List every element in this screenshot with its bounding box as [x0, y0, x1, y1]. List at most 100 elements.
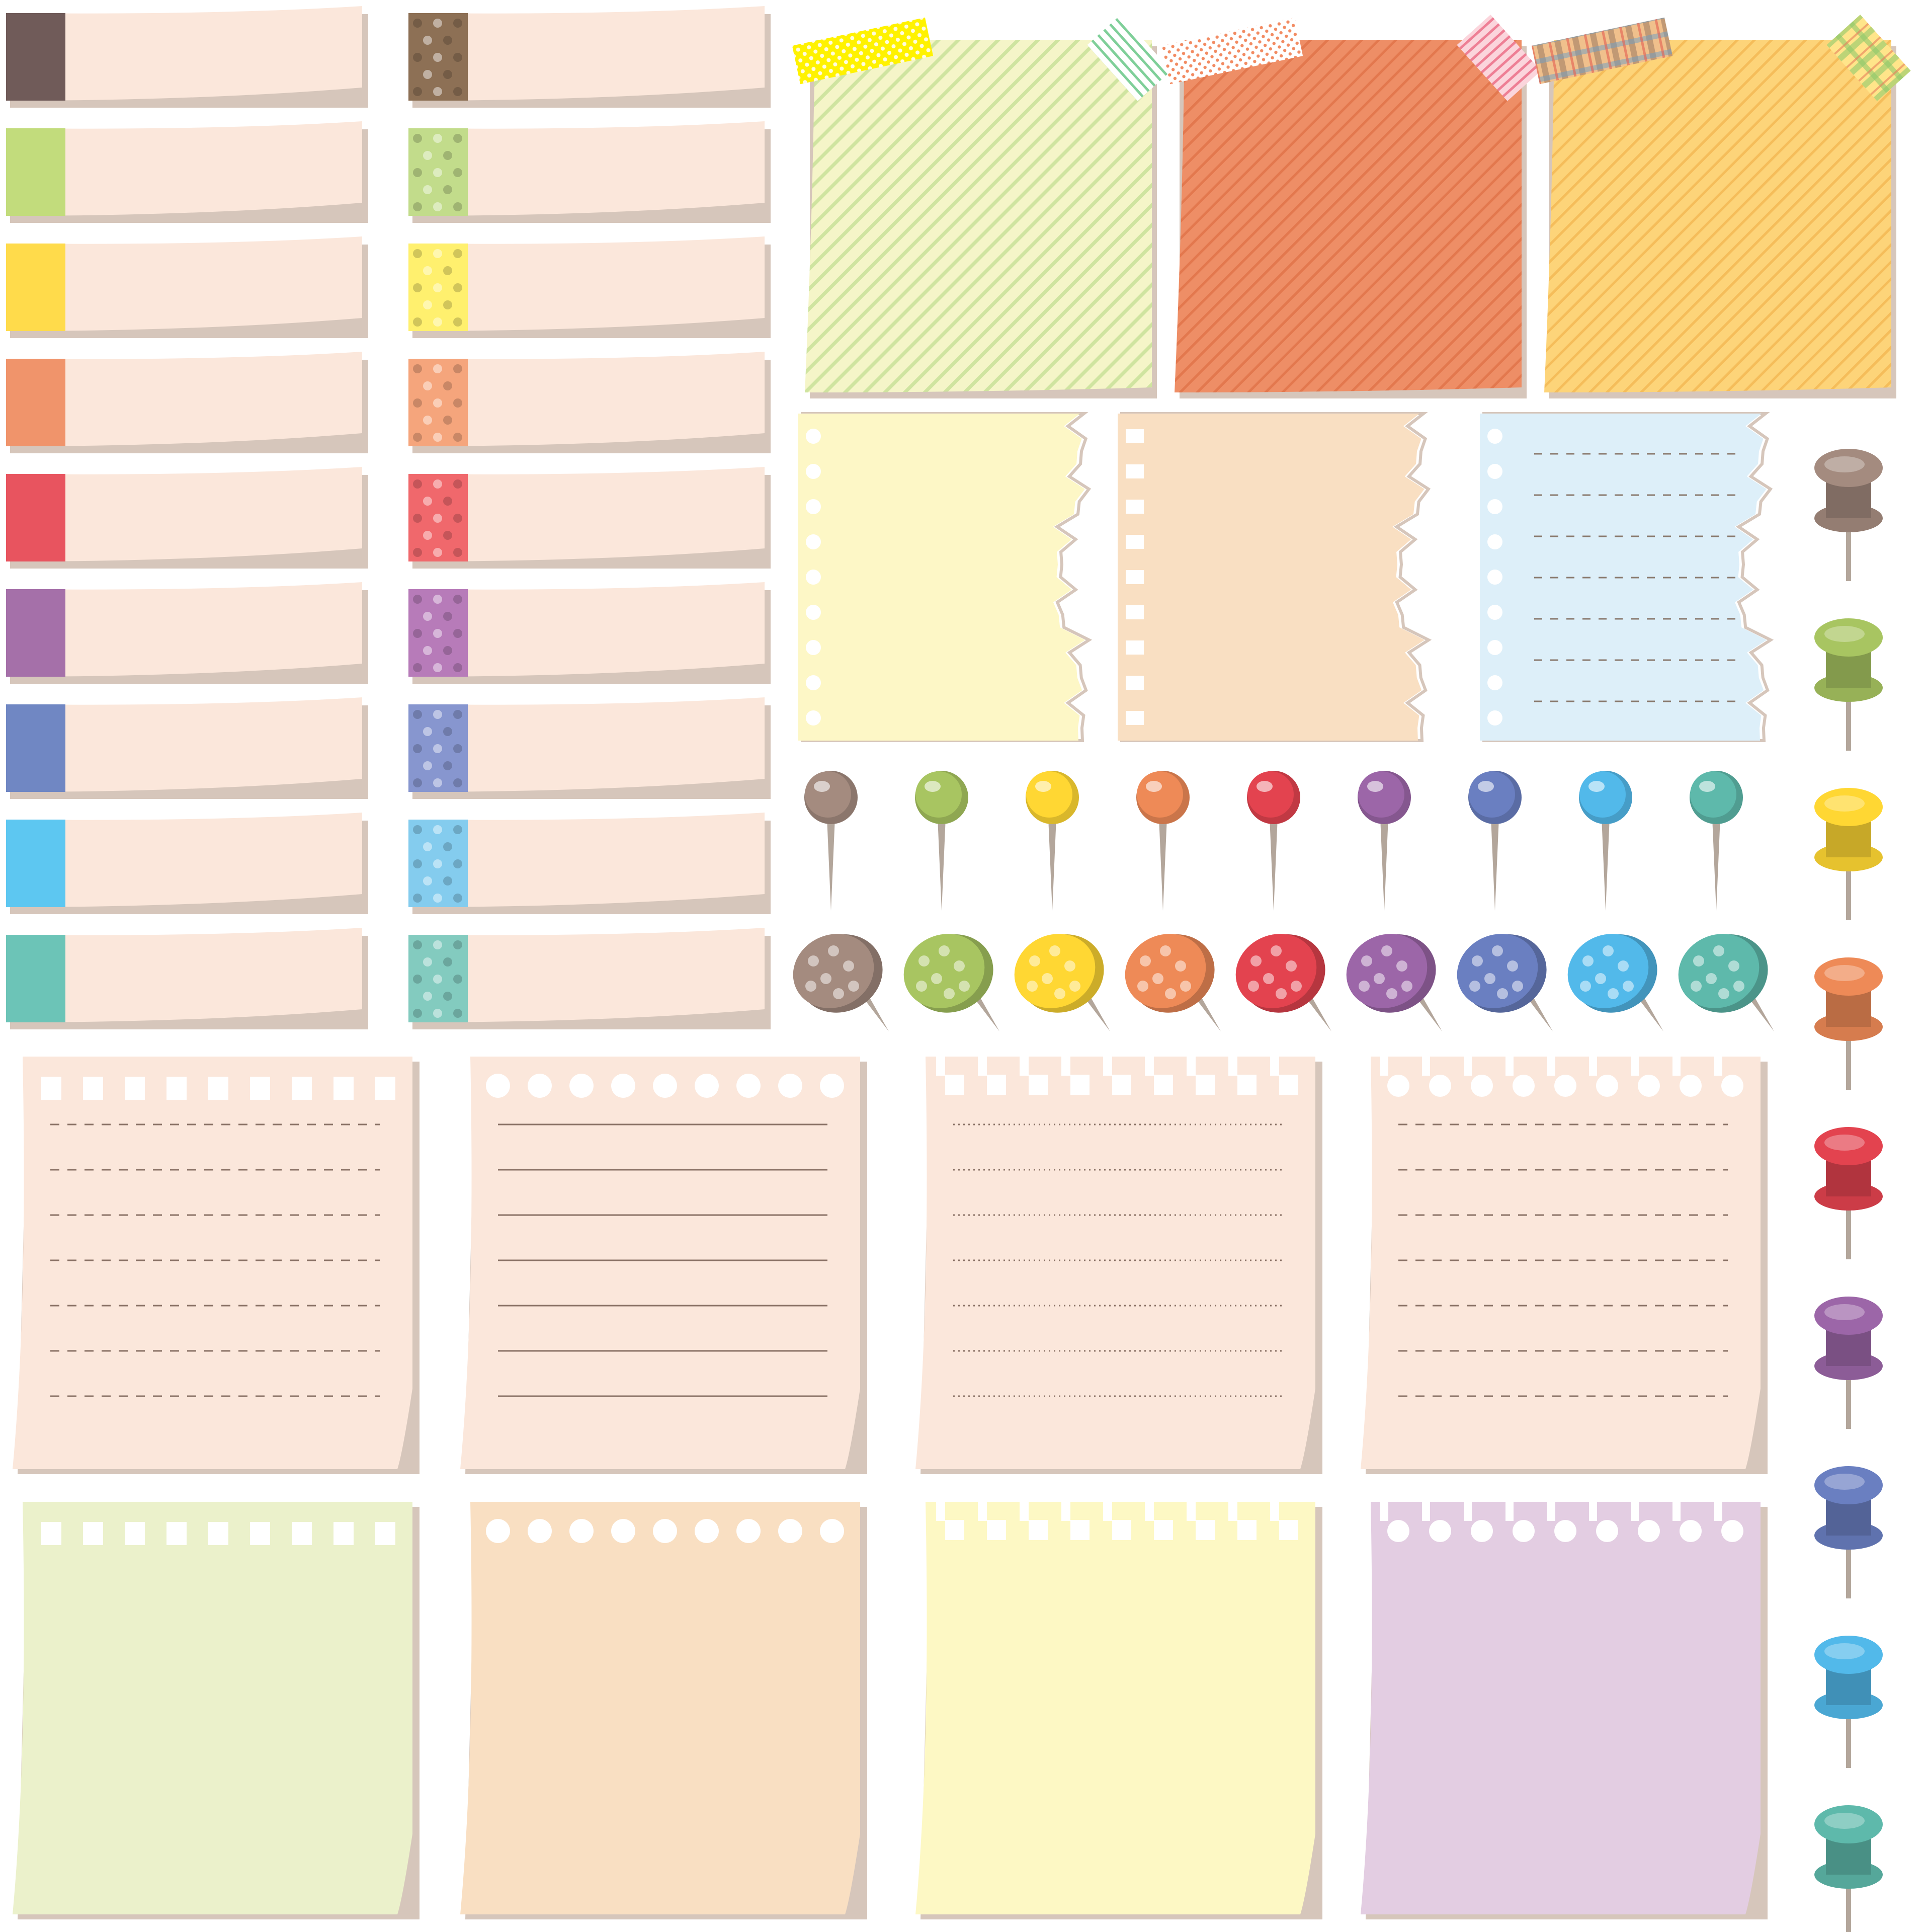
pin-head-face	[1026, 771, 1072, 818]
push-pin	[1814, 1466, 1883, 1598]
tab-color-strip	[6, 128, 65, 216]
tab-dot	[433, 364, 442, 373]
tab-dot	[413, 364, 422, 373]
pin-highlight	[1699, 781, 1715, 792]
memo-hole	[945, 1075, 964, 1095]
memo-hole	[1029, 1075, 1048, 1095]
memo-hole	[1237, 1075, 1257, 1095]
tack-dot	[843, 960, 854, 972]
tack-dot	[820, 973, 831, 984]
tack-dot	[1492, 945, 1503, 956]
tack-dot	[1693, 955, 1704, 967]
torn-notebook-sheet	[798, 412, 1093, 742]
round-map-pin	[1358, 771, 1411, 911]
pin-highlight	[1257, 781, 1273, 792]
tab-dot	[413, 975, 422, 984]
memo-tab-gap	[1505, 1501, 1514, 1521]
dotted-index-tab	[408, 6, 771, 108]
tab-dot	[413, 134, 422, 143]
memo-hole	[41, 1077, 61, 1100]
tab-dot	[423, 151, 432, 160]
tack-dot	[1469, 981, 1480, 992]
dotted-flat-tack	[1457, 934, 1553, 1031]
tab-dot	[413, 894, 422, 903]
pin-needle	[1159, 818, 1167, 911]
tab-dot	[423, 497, 432, 506]
pin-highlight	[1035, 781, 1051, 792]
tab-dot	[443, 70, 452, 79]
tab-dot	[443, 497, 452, 506]
tack-dot	[1042, 973, 1053, 984]
binder-hole	[1126, 605, 1144, 619]
tab-dot	[423, 646, 432, 655]
tab-dot	[453, 975, 462, 984]
tack-dot	[944, 988, 955, 999]
sticky-paper	[1175, 40, 1522, 392]
tack-dot	[1029, 955, 1040, 967]
binder-hole	[1487, 710, 1502, 726]
push-pin	[1814, 618, 1883, 751]
tab-dot	[433, 663, 442, 672]
solid-index-tab	[6, 467, 368, 569]
tack-dot	[1140, 955, 1151, 967]
torn-notebook-sheet	[1118, 412, 1432, 742]
binder-hole	[1126, 535, 1144, 549]
tab-dot	[413, 940, 422, 949]
tack-dot	[1165, 988, 1176, 999]
push-pin	[1814, 449, 1883, 581]
tack-dot	[1271, 945, 1282, 956]
tab-dot	[453, 710, 462, 719]
tab-dot	[413, 53, 422, 62]
tab-dot	[423, 876, 432, 886]
tack-dot	[1512, 981, 1523, 992]
tab-dot	[413, 514, 422, 523]
push-pin-cap-shine	[1824, 1304, 1865, 1320]
tab-dot	[413, 825, 422, 834]
memo-pad	[1361, 1056, 1768, 1474]
torn-notebook-sheet	[1480, 412, 1774, 742]
push-pin-cap-shine	[1824, 1813, 1865, 1829]
tab-dot	[413, 595, 422, 604]
tack-dot	[808, 955, 819, 967]
pin-needle	[1491, 818, 1499, 911]
tab-dot	[453, 53, 462, 62]
tab-dot	[413, 859, 422, 868]
push-pin-cap-shine	[1824, 1135, 1865, 1151]
pin-needle	[1712, 818, 1720, 911]
memo-tab-gap	[1464, 1056, 1472, 1076]
memo-hole	[736, 1519, 761, 1543]
round-map-pin	[1468, 771, 1522, 911]
tab-dot	[443, 416, 452, 425]
memo-hole	[250, 1522, 270, 1545]
dotted-flat-tack	[903, 934, 999, 1031]
memo-paper	[1361, 1057, 1761, 1469]
tab-dot	[443, 151, 452, 160]
memo-tab-gap	[978, 1501, 987, 1521]
tab-dot	[423, 416, 432, 425]
dotted-index-tab	[408, 928, 771, 1029]
tack-dot	[1472, 955, 1483, 967]
tack-dot	[1361, 955, 1372, 967]
memo-hole	[1070, 1520, 1090, 1540]
memo-hole	[528, 1074, 552, 1098]
push-pin-cap-shine	[1824, 965, 1865, 981]
tack-dot	[1374, 973, 1385, 984]
tab-dot	[453, 825, 462, 834]
tab-dot	[423, 381, 432, 390]
tab-dot	[453, 87, 462, 96]
memo-hole	[333, 1522, 354, 1545]
memo-tab-gap	[1672, 1056, 1681, 1076]
tab-dot	[453, 629, 462, 638]
tab-dot	[433, 19, 442, 28]
tab-dot	[453, 514, 462, 523]
memo-hole	[611, 1519, 635, 1543]
pin-head-face	[1137, 771, 1183, 818]
tab-dot	[413, 168, 422, 177]
tack-dot	[1152, 973, 1163, 984]
tack-dot	[805, 981, 816, 992]
tab-dot	[433, 53, 442, 62]
tab-dot	[433, 317, 442, 327]
tab-dot	[413, 19, 422, 28]
binder-hole	[1487, 640, 1502, 655]
tab-dot	[433, 479, 442, 489]
